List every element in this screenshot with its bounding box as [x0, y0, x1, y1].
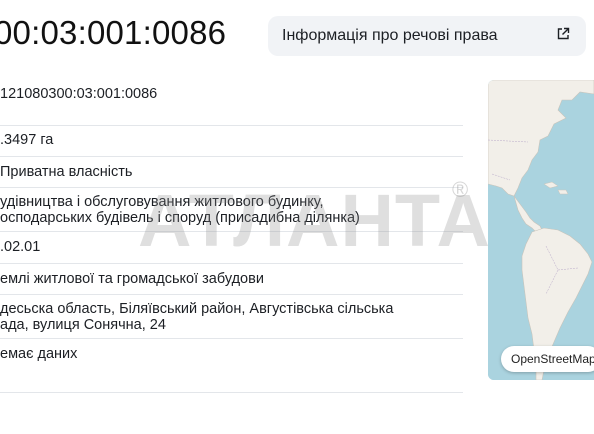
property-rights-info-button[interactable]: Інформація про речові права [268, 16, 586, 56]
location-map[interactable] [488, 80, 594, 380]
openstreetmap-attribution-badge[interactable]: OpenStreetMap [501, 346, 594, 372]
detail-value: емає даних [0, 346, 78, 362]
attribution-label: OpenStreetMap [511, 352, 594, 366]
cadastral-number-heading: 00:03:001:0086 [0, 14, 227, 51]
detail-row-cadastral-number: 121080300:03:001:0086 [0, 86, 463, 126]
detail-value: .3497 га [0, 132, 54, 148]
map-tiles [488, 80, 594, 380]
detail-value: ада, вулиця Сонячна, 24 [0, 317, 166, 333]
detail-value: емлі житлової та громадської забудови [0, 271, 264, 287]
detail-row-land-category: емлі житлової та громадської забудови [0, 271, 463, 295]
detail-row-area: .3497 га [0, 132, 463, 157]
detail-value: десьска область, Біляївський район, Авгу… [0, 301, 394, 317]
external-link-icon [557, 27, 570, 40]
detail-row-no-data: емає даних [0, 346, 463, 393]
detail-value: 121080300:03:001:0086 [0, 86, 158, 102]
detail-row-address: десьска область, Біляївський район, Авгу… [0, 301, 463, 339]
watermark-registered-mark: ® [452, 177, 469, 202]
watermark-logo: АТЛАНТА [138, 179, 491, 262]
property-rights-info-label: Інформація про речові права [282, 27, 498, 44]
